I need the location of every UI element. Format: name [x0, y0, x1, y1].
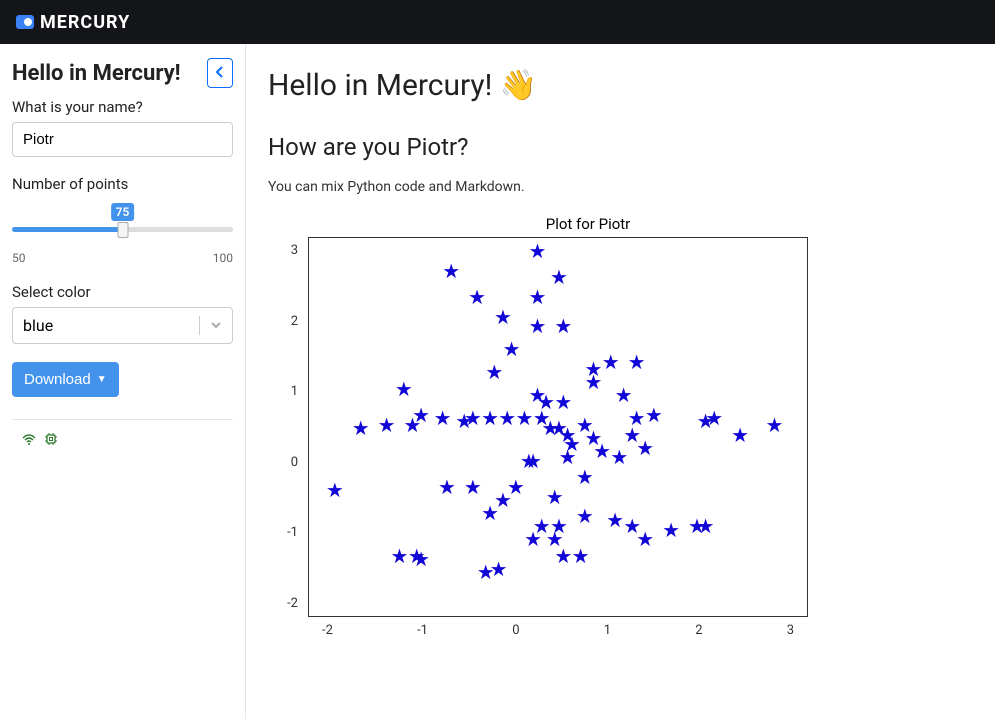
data-point: ★: [498, 408, 516, 428]
slider-fill: [12, 227, 123, 232]
data-point: ★: [524, 451, 542, 471]
data-point: ★: [705, 408, 723, 428]
data-point: ★: [391, 546, 409, 566]
name-input[interactable]: [12, 122, 233, 157]
points-slider[interactable]: 75: [12, 203, 233, 247]
chevron-down-icon: [199, 316, 222, 335]
data-point: ★: [550, 516, 568, 536]
page-heading: Hello in Mercury! 👋: [268, 68, 973, 103]
data-point: ★: [559, 447, 577, 467]
data-point: ★: [528, 287, 546, 307]
data-point: ★: [636, 529, 654, 549]
data-point: ★: [606, 510, 624, 530]
data-point: ★: [766, 415, 784, 435]
data-point: ★: [550, 267, 568, 287]
plot-area: ★★★★★★★★★★★★★★★★★★★★★★★★★★★★★★★★★★★★★★★★…: [308, 237, 808, 617]
brand-text: MERCURY: [40, 12, 130, 33]
x-axis: -2 -1 0 1 2 3: [308, 617, 808, 638]
download-button[interactable]: Download ▼: [12, 362, 119, 397]
data-point: ★: [602, 352, 620, 372]
data-point: ★: [352, 418, 370, 438]
data-point: ★: [485, 362, 503, 382]
data-point: ★: [528, 316, 546, 336]
data-point: ★: [507, 477, 525, 497]
color-selected-value: blue: [23, 316, 53, 335]
download-button-label: Download: [24, 371, 91, 388]
chevron-left-icon: [215, 64, 225, 83]
cpu-icon: [44, 432, 58, 450]
data-point: ★: [438, 477, 456, 497]
page-body: You can mix Python code and Markdown.: [268, 179, 973, 195]
data-point: ★: [464, 477, 482, 497]
data-point: ★: [697, 516, 715, 536]
y-tick: 1: [291, 384, 298, 399]
x-tick: 1: [604, 623, 611, 638]
top-bar: MERCURY: [0, 0, 995, 44]
x-tick: 3: [787, 623, 794, 638]
slider-thumb[interactable]: [117, 222, 128, 238]
data-point: ★: [572, 546, 590, 566]
slider-min: 50: [12, 251, 26, 265]
divider: [12, 419, 233, 420]
brand-icon: [16, 15, 34, 29]
color-label: Select color: [12, 283, 233, 301]
data-point: ★: [516, 408, 534, 428]
data-point: ★: [731, 425, 749, 445]
y-tick: 3: [291, 243, 298, 258]
data-point: ★: [546, 487, 564, 507]
data-point: ★: [412, 549, 430, 569]
data-point: ★: [537, 392, 555, 412]
data-point: ★: [576, 506, 594, 526]
sidebar: Hello in Mercury! What is your name? Num…: [0, 44, 246, 719]
data-point: ★: [554, 546, 572, 566]
x-tick: 2: [695, 623, 702, 638]
y-tick: 2: [291, 314, 298, 329]
x-tick: 0: [512, 623, 519, 638]
name-label: What is your name?: [12, 98, 233, 116]
y-tick: -1: [287, 525, 298, 540]
caret-down-icon: ▼: [97, 374, 107, 385]
data-point: ★: [554, 316, 572, 336]
scatter-chart: Plot for Piotr 3 2 1 0 -1 -2 ★★★★★★★★★★★…: [268, 215, 973, 638]
color-select[interactable]: blue: [12, 307, 233, 344]
data-point: ★: [593, 441, 611, 461]
data-point: ★: [645, 405, 663, 425]
main-content: Hello in Mercury! 👋 How are you Piotr? Y…: [246, 44, 995, 719]
data-point: ★: [585, 372, 603, 392]
brand-logo[interactable]: MERCURY: [16, 12, 130, 33]
data-point: ★: [528, 241, 546, 261]
data-point: ★: [326, 480, 344, 500]
collapse-sidebar-button[interactable]: [207, 58, 233, 88]
data-point: ★: [610, 447, 628, 467]
panel-title: Hello in Mercury!: [12, 61, 181, 86]
data-point: ★: [615, 385, 633, 405]
slider-value-bubble: 75: [111, 203, 135, 221]
data-point: ★: [503, 339, 521, 359]
slider-max: 100: [213, 251, 233, 265]
data-point: ★: [662, 520, 680, 540]
points-label: Number of points: [12, 175, 233, 193]
data-point: ★: [378, 415, 396, 435]
chart-title: Plot for Piotr: [308, 215, 868, 233]
y-tick: -2: [287, 596, 298, 611]
data-point: ★: [636, 438, 654, 458]
data-point: ★: [468, 287, 486, 307]
data-point: ★: [455, 411, 473, 431]
y-tick: 0: [291, 455, 298, 470]
y-axis: 3 2 1 0 -1 -2: [268, 237, 308, 617]
data-point: ★: [434, 408, 452, 428]
wifi-icon: [22, 432, 36, 450]
x-tick: -1: [417, 623, 428, 638]
data-point: ★: [481, 408, 499, 428]
x-tick: -2: [322, 623, 333, 638]
data-point: ★: [628, 352, 646, 372]
data-point: ★: [442, 261, 460, 281]
data-point: ★: [576, 467, 594, 487]
data-point: ★: [395, 379, 413, 399]
data-point: ★: [490, 559, 508, 579]
data-point: ★: [554, 392, 572, 412]
data-point: ★: [403, 415, 421, 435]
page-subheading: How are you Piotr?: [268, 133, 973, 161]
data-point: ★: [494, 307, 512, 327]
